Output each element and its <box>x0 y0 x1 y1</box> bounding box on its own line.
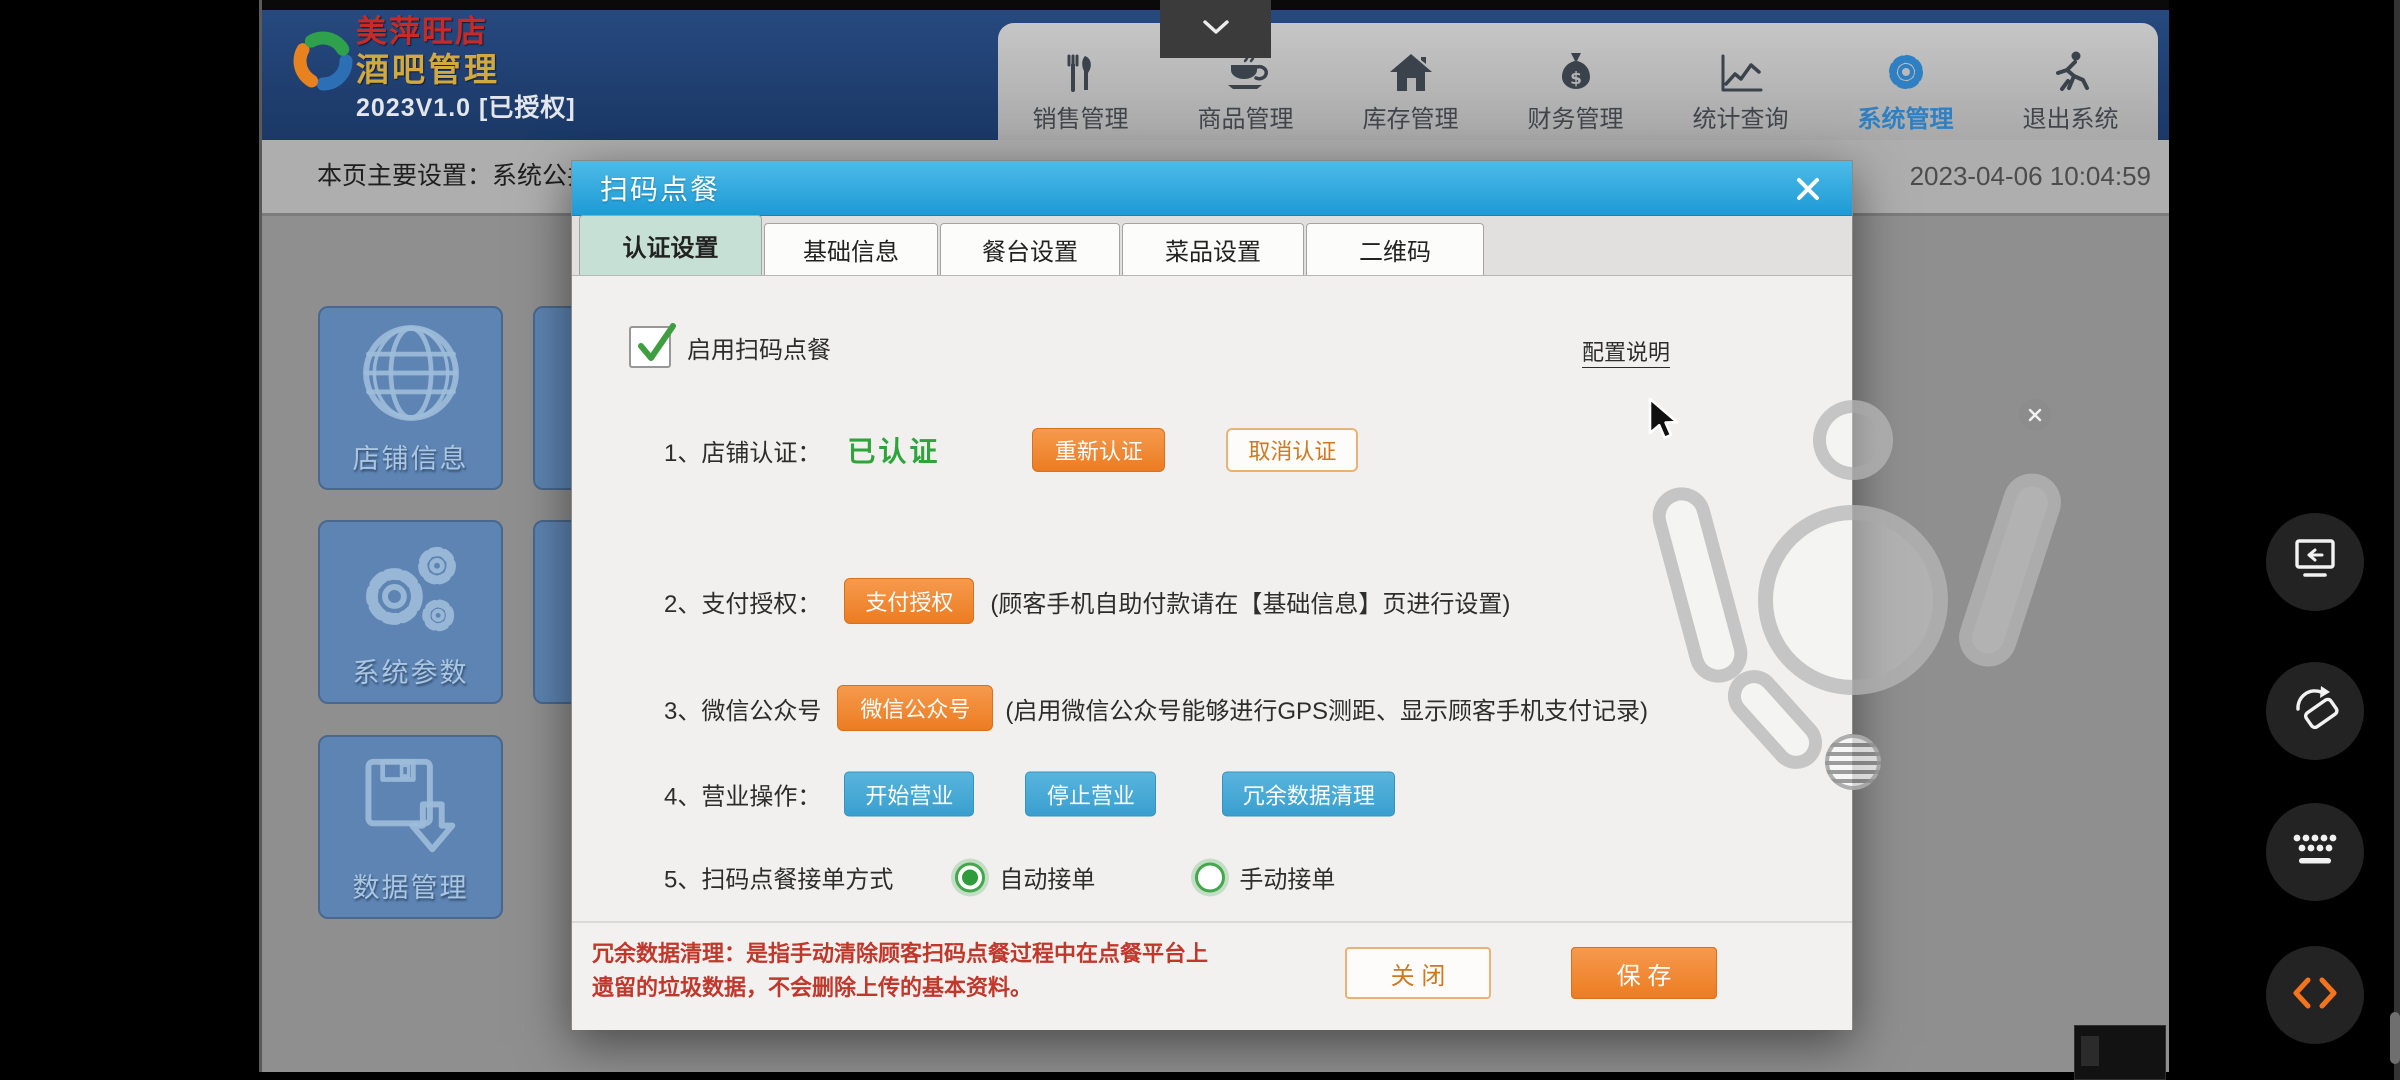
pull-down-tab[interactable] <box>1160 0 1271 58</box>
house-icon <box>1388 49 1434 95</box>
enable-checkbox[interactable] <box>629 326 671 368</box>
dialog-tabbar: 认证设置 基础信息 餐台设置 菜品设置 二维码 <box>572 216 1852 276</box>
nav-label: 系统管理 <box>1858 99 1954 134</box>
dialog-title: 扫码点餐 <box>600 168 720 208</box>
config-help-link[interactable]: 配置说明 <box>1582 335 1670 368</box>
tile-label: 店铺信息 <box>353 437 469 476</box>
tile-shop-info[interactable]: 店铺信息 <box>318 306 503 490</box>
nav-label: 商品管理 <box>1198 99 1294 134</box>
logo-product: 酒吧管理 <box>356 53 576 86</box>
row1-label: 1、店铺认证： <box>664 433 821 468</box>
code-icon <box>2288 972 2342 1019</box>
enable-row: 启用扫码点餐 <box>629 326 831 368</box>
accept-mode-row: 5、扫码点餐接单方式 自动接单 手动接单 <box>664 860 1335 895</box>
auth-status: 已认证 <box>847 430 940 470</box>
pay-auth-row: 2、支付授权： 支付授权 (顾客手机自助付款请在【基础信息】页进行设置) <box>664 578 1510 624</box>
runner-icon <box>2049 49 2093 95</box>
tab-table-settings[interactable]: 餐台设置 <box>940 223 1120 275</box>
clean-data-button[interactable]: 冗余数据清理 <box>1222 772 1395 817</box>
tab-qrcode[interactable]: 二维码 <box>1306 223 1484 275</box>
nav-item-stats[interactable]: 统计查询 <box>1658 38 1823 134</box>
right-edge-handle[interactable] <box>2390 1012 2400 1064</box>
tile-label: 数据管理 <box>353 866 469 905</box>
camera-pip-thumbnail[interactable] <box>2074 1025 2166 1080</box>
row5-label: 5、扫码点餐接单方式 <box>664 860 893 895</box>
nav-label: 统计查询 <box>1693 99 1789 134</box>
footer-warning-line2: 遗留的垃圾数据，不会删除上传的基本资料。 <box>592 971 1208 1005</box>
floppy-save-icon <box>320 737 501 866</box>
tab-auth-settings[interactable]: 认证设置 <box>579 215 762 275</box>
reauth-button[interactable]: 重新认证 <box>1032 428 1165 472</box>
gears-icon <box>320 522 501 651</box>
toolbar-code-button[interactable] <box>2266 946 2364 1044</box>
app-logo-icon <box>290 28 356 99</box>
logo-version: 2023V1.0 [已授权] <box>356 96 576 121</box>
fork-knife-icon <box>1059 49 1103 95</box>
row2-label: 2、支付授权： <box>664 584 821 619</box>
cancel-auth-button[interactable]: 取消认证 <box>1226 428 1358 472</box>
nav-item-stock[interactable]: 库存管理 <box>1328 38 1493 134</box>
footer-warning-line1: 冗余数据清理：是指手动清除顾客扫码点餐过程中在点餐平台上 <box>592 937 1208 971</box>
globe-icon <box>320 308 501 437</box>
toolbar-screen-return-button[interactable] <box>2266 513 2364 611</box>
clock-timestamp: 2023-04-06 10:04:59 <box>1910 140 2151 213</box>
tile-data-manage[interactable]: 数据管理 <box>318 735 503 919</box>
wechat-note: (启用微信公众号能够进行GPS测距、显示顾客手机支付记录) <box>1005 691 1648 726</box>
shop-auth-row: 1、店铺认证： 已认证 重新认证 取消认证 <box>664 428 1358 472</box>
row3-label: 3、微信公众号 <box>664 691 821 726</box>
dialog-body: 启用扫码点餐 配置说明 1、店铺认证： 已认证 重新认证 取消认证 2、支付授权… <box>572 276 1852 921</box>
wechat-button[interactable]: 微信公众号 <box>837 685 993 731</box>
nav-label: 库存管理 <box>1363 99 1459 134</box>
rotate-screen-icon <box>2288 683 2342 740</box>
close-button[interactable]: 关 闭 <box>1345 947 1491 999</box>
nav-label: 销售管理 <box>1033 99 1129 134</box>
tile-label: 系统参数 <box>353 651 469 690</box>
save-button[interactable]: 保 存 <box>1571 947 1717 999</box>
radio-manual-label: 手动接单 <box>1239 860 1335 895</box>
close-icon[interactable] <box>1786 169 1830 209</box>
watermark-close-icon[interactable] <box>2019 399 2051 431</box>
line-chart-icon <box>1718 49 1764 95</box>
keyboard-icon <box>2289 828 2341 877</box>
start-business-button[interactable]: 开始营业 <box>844 772 974 817</box>
radio-auto-label: 自动接单 <box>999 860 1095 895</box>
dialog-titlebar: 扫码点餐 <box>572 161 1852 216</box>
row4-label: 4、营业操作： <box>664 777 821 812</box>
dialog-footer: 冗余数据清理：是指手动清除顾客扫码点餐过程中在点餐平台上 遗留的垃圾数据，不会删… <box>572 921 1852 1030</box>
nav-item-system[interactable]: 系统管理 <box>1823 38 1988 134</box>
radio-auto-accept[interactable] <box>955 862 985 892</box>
gear-icon <box>1883 49 1929 95</box>
stop-business-button[interactable]: 停止营业 <box>1025 772 1156 817</box>
nav-item-finance[interactable]: $ 财务管理 <box>1493 38 1658 134</box>
scan-order-dialog: 扫码点餐 认证设置 基础信息 餐台设置 菜品设置 二维码 启用扫码点餐 配置说明… <box>571 160 1853 1029</box>
nav-label: 财务管理 <box>1528 99 1624 134</box>
tile-system-params[interactable]: 系统参数 <box>318 520 503 704</box>
enable-label: 启用扫码点餐 <box>687 330 831 365</box>
chevron-down-icon <box>1201 19 1231 40</box>
right-edge-strip <box>2394 0 2400 1080</box>
svg-text:$: $ <box>1570 69 1582 89</box>
nav-item-sales[interactable]: 销售管理 <box>998 38 1163 134</box>
app-logo-text: 美萍旺店 酒吧管理 2023V1.0 [已授权] <box>356 16 576 121</box>
toolbar-rotate-button[interactable] <box>2266 662 2364 760</box>
logo-brand: 美萍旺店 <box>356 16 576 47</box>
tab-dish-settings[interactable]: 菜品设置 <box>1122 223 1304 275</box>
nav-item-exit[interactable]: 退出系统 <box>1988 38 2153 134</box>
toolbar-keyboard-button[interactable] <box>2266 803 2364 901</box>
money-bag-icon: $ <box>1555 49 1597 95</box>
tab-basic-info[interactable]: 基础信息 <box>764 223 938 275</box>
nav-label: 退出系统 <box>2023 99 2119 134</box>
business-ops-row: 4、营业操作： 开始营业 停止营业 冗余数据清理 <box>664 772 1395 817</box>
pay-auth-button[interactable]: 支付授权 <box>844 578 974 624</box>
radio-manual-accept[interactable] <box>1195 862 1225 892</box>
footer-warning: 冗余数据清理：是指手动清除顾客扫码点餐过程中在点餐平台上 遗留的垃圾数据，不会删… <box>592 937 1208 1005</box>
pay-auth-note: (顾客手机自助付款请在【基础信息】页进行设置) <box>990 584 1510 619</box>
screen-return-icon <box>2289 535 2341 590</box>
wechat-row: 3、微信公众号 微信公众号 (启用微信公众号能够进行GPS测距、显示顾客手机支付… <box>664 685 1648 731</box>
